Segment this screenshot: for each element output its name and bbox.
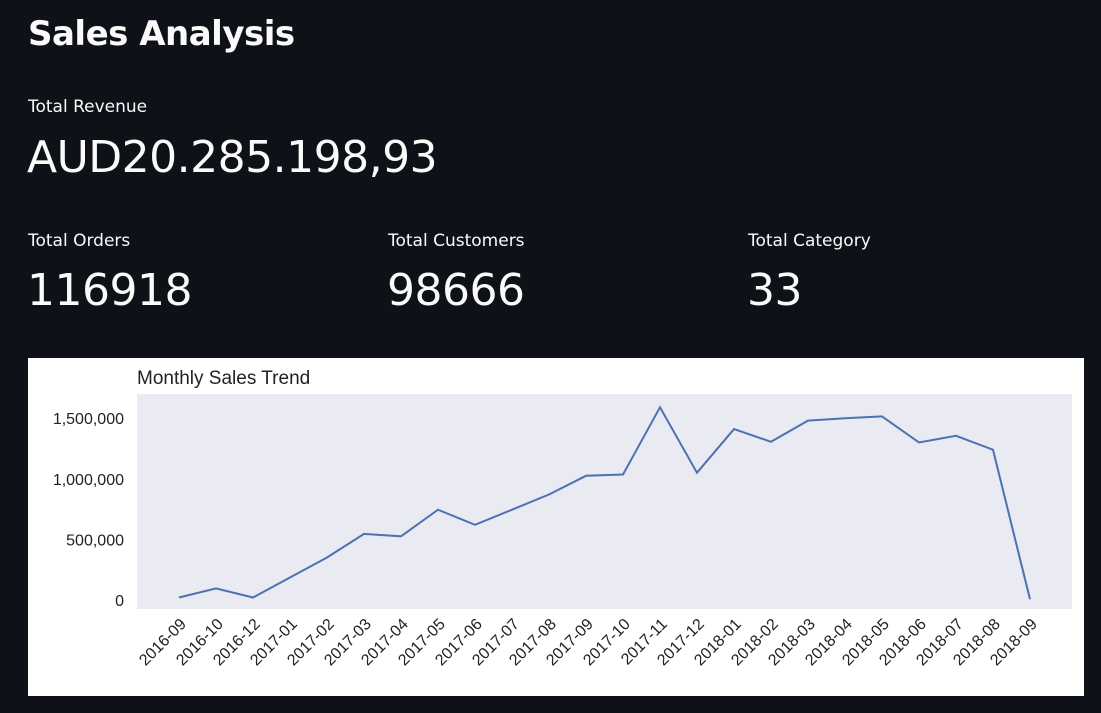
y-tick-label: 1,500,000 [53, 411, 124, 428]
page-title: Sales Analysis [28, 14, 295, 54]
chart-title: Monthly Sales Trend [137, 368, 310, 389]
metric-value-customers: 98666 [387, 265, 525, 316]
metric-value-revenue: AUD20.285.198,93 [27, 132, 438, 183]
sales-trend-chart-svg: Monthly Sales Trend 0 500,000 1,000,000 1,5… [53, 368, 1072, 669]
plot-area [137, 394, 1072, 609]
y-tick-label: 0 [115, 593, 124, 610]
metric-value-category: 33 [747, 265, 803, 316]
sales-trend-chart: Monthly Sales Trend 0 500,000 1,000,000 1,5… [28, 358, 1084, 696]
y-tick-label: 500,000 [66, 532, 124, 549]
metric-label-revenue: Total Revenue [28, 97, 148, 117]
metric-label-customers: Total Customers [388, 231, 525, 251]
metric-label-category: Total Category [748, 231, 871, 251]
metric-label-orders: Total Orders [28, 231, 131, 251]
metric-value-orders: 116918 [27, 265, 192, 316]
y-tick-label: 1,000,000 [53, 472, 124, 489]
